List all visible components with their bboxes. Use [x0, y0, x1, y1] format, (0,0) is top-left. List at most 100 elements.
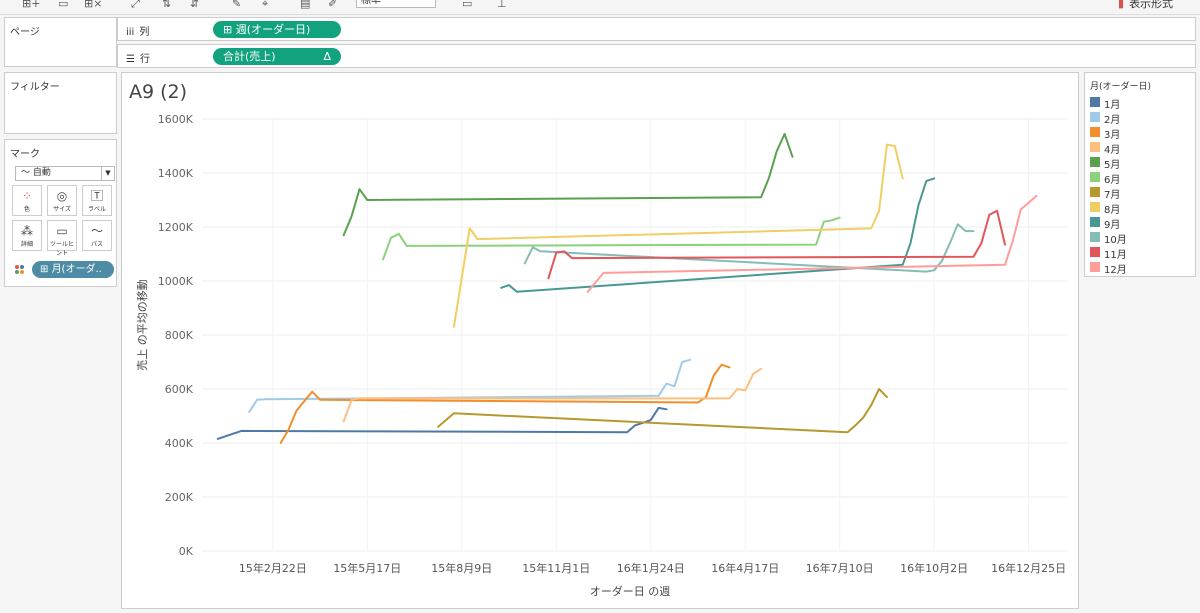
x-tick-label: 16年12月25日 — [991, 561, 1066, 575]
y-tick-label: 600K — [165, 383, 194, 396]
clear-sheet-icon[interactable]: ⊞× — [84, 0, 102, 10]
x-axis-title: オーダー日 の週 — [590, 584, 671, 598]
color-dots-icon: ⁘ — [21, 189, 33, 203]
x-tick-label: 15年5月17日 — [333, 561, 401, 575]
size-button[interactable]: ◎ サイズ — [47, 185, 77, 216]
legend-label: 1月 — [1104, 100, 1121, 111]
highlight-icon[interactable]: ✎ — [232, 0, 241, 10]
legend-label: 2月 — [1104, 115, 1121, 126]
y-tick-label: 0K — [179, 545, 194, 558]
legend-swatch — [1090, 232, 1100, 242]
legend-label: 5月 — [1104, 160, 1121, 171]
y-tick-label: 1600K — [158, 113, 194, 126]
x-tick-label: 16年10月2日 — [900, 561, 968, 575]
columns-shelf[interactable]: iii 列 ⊞ 週(オーダー日) — [117, 17, 1196, 41]
filters-panel[interactable]: フィルター — [4, 72, 117, 134]
series-line[interactable] — [382, 216, 841, 261]
sort-desc-icon[interactable]: ⇵ — [190, 0, 199, 10]
new-datasource-icon[interactable]: ⊞+ — [22, 0, 40, 10]
detail-icon: ⁂ — [21, 224, 33, 238]
legend-label: 9月 — [1104, 220, 1121, 231]
color-field-icon — [15, 265, 24, 274]
legend-label: 12月 — [1104, 265, 1127, 276]
rows-icon: ☰ — [126, 54, 135, 65]
x-tick-label: 15年11月1日 — [522, 561, 590, 575]
mark-type-select[interactable]: 〜 自動 ▼ — [15, 166, 115, 181]
legend-swatch — [1090, 97, 1100, 107]
legend-label: 11月 — [1104, 250, 1127, 261]
path-button[interactable]: 〜パス — [82, 220, 112, 251]
columns-pill[interactable]: ⊞ 週(オーダー日) — [213, 21, 341, 38]
legend-title: 月(オーダー日) — [1090, 82, 1152, 92]
legend-swatch — [1090, 202, 1100, 212]
color-legend: 月(オーダー日) 1月 2月 3月 4月 5月 6月 7月 8月 9月 10月 11月 12月 — [1084, 72, 1196, 277]
marks-title: マーク — [10, 149, 40, 160]
legend-swatch — [1090, 127, 1100, 137]
marks-panel: マーク 〜 自動 ▼ ⁘ 色 ◎ サイズ 🅃 ラベル ⁂ 詳細 ▭ ツールヒント 〜パス … — [4, 139, 117, 287]
tooltip-button[interactable]: ▭ ツールヒント — [47, 220, 77, 257]
series-line[interactable] — [248, 358, 692, 413]
legend-label: 7月 — [1104, 190, 1121, 201]
legend-swatch — [1090, 187, 1100, 197]
show-me-icon: ▮ — [1118, 0, 1125, 10]
series-line[interactable] — [342, 132, 794, 237]
color-field-pill[interactable]: ⊞ 月(オーダ.. — [32, 261, 114, 278]
pages-panel[interactable]: ページ — [4, 17, 117, 67]
pages-title: ページ — [10, 27, 40, 38]
legend-swatch — [1090, 217, 1100, 227]
legend-label: 4月 — [1104, 145, 1121, 156]
legend-label: 10月 — [1104, 235, 1127, 246]
series-line[interactable] — [452, 143, 904, 328]
y-axis-title: 売上 の平均の移動 — [135, 279, 149, 371]
tooltip-icon: ▭ — [56, 224, 68, 238]
y-tick-label: 200K — [165, 491, 194, 504]
legend-swatch — [1090, 157, 1100, 167]
x-tick-label: 16年7月10日 — [806, 561, 874, 575]
legend-swatch — [1090, 142, 1100, 152]
x-tick-label: 15年8月9日 — [431, 561, 492, 575]
fit-select[interactable]: 標準 — [356, 0, 436, 8]
line-mark-icon: 〜 — [21, 168, 33, 178]
y-tick-label: 400K — [165, 437, 194, 450]
rows-pill[interactable]: 合計(売上) Δ — [213, 48, 341, 65]
y-tick-label: 800K — [165, 329, 194, 342]
legend-label: 3月 — [1104, 130, 1121, 141]
chevron-down-icon: ▼ — [101, 167, 114, 180]
sort-asc-icon[interactable]: ⇅ — [162, 0, 171, 10]
path-icon: 〜 — [90, 224, 103, 238]
legend-swatch — [1090, 262, 1100, 272]
x-tick-label: 16年4月17日 — [711, 561, 779, 575]
columns-icon: iii — [126, 27, 135, 38]
duplicate-icon[interactable]: ▭ — [58, 0, 68, 10]
legend-swatch — [1090, 247, 1100, 257]
pin-icon[interactable]: ✐ — [328, 0, 337, 10]
series-line[interactable] — [500, 177, 936, 293]
filters-title: フィルター — [10, 82, 60, 93]
text-label-icon: 🅃 — [90, 189, 103, 203]
swap-icon[interactable]: ⤢ — [131, 0, 140, 11]
toolbar: ⊞+ ▭ ⊞× ⤢ ⇅ ⇵ ✎ ⌖ ▤ ✐ 標準 ▭ ⊥ ▮ 表示形式 — [0, 0, 1200, 15]
label-icon[interactable]: ▤ — [300, 0, 310, 10]
color-button[interactable]: ⁘ 色 — [12, 185, 42, 216]
legend-label: 6月 — [1104, 175, 1121, 186]
x-tick-label: 16年1月24日 — [617, 561, 685, 575]
rows-shelf[interactable]: ☰ 行 合計(売上) Δ — [117, 44, 1196, 68]
series-line[interactable] — [437, 388, 888, 434]
group-icon[interactable]: ⌖ — [262, 0, 268, 11]
label-button[interactable]: 🅃 ラベル — [82, 185, 112, 216]
delta-icon: Δ — [323, 50, 331, 63]
legend-label: 8月 — [1104, 205, 1121, 216]
share-icon[interactable]: ⊥ — [497, 0, 507, 10]
legend-swatch — [1090, 112, 1100, 122]
legend-swatch — [1090, 172, 1100, 182]
y-tick-label: 1000K — [158, 275, 194, 288]
size-icon: ◎ — [56, 189, 68, 203]
y-tick-label: 1400K — [158, 167, 194, 180]
line-chart[interactable]: 0K 200K 400K 600K 800K 1000K 1200K 1400K 1600K 15… — [122, 73, 1078, 608]
series-line[interactable] — [342, 367, 762, 423]
show-me-button[interactable]: ▮ 表示形式 — [1118, 0, 1173, 11]
chart-panel: A9 (2) 0K 200K 400K 600K 800K 1000K 1200K 1400K… — [121, 72, 1079, 609]
detail-button[interactable]: ⁂ 詳細 — [12, 220, 42, 251]
present-icon[interactable]: ▭ — [462, 0, 472, 10]
y-tick-label: 1200K — [158, 221, 194, 234]
